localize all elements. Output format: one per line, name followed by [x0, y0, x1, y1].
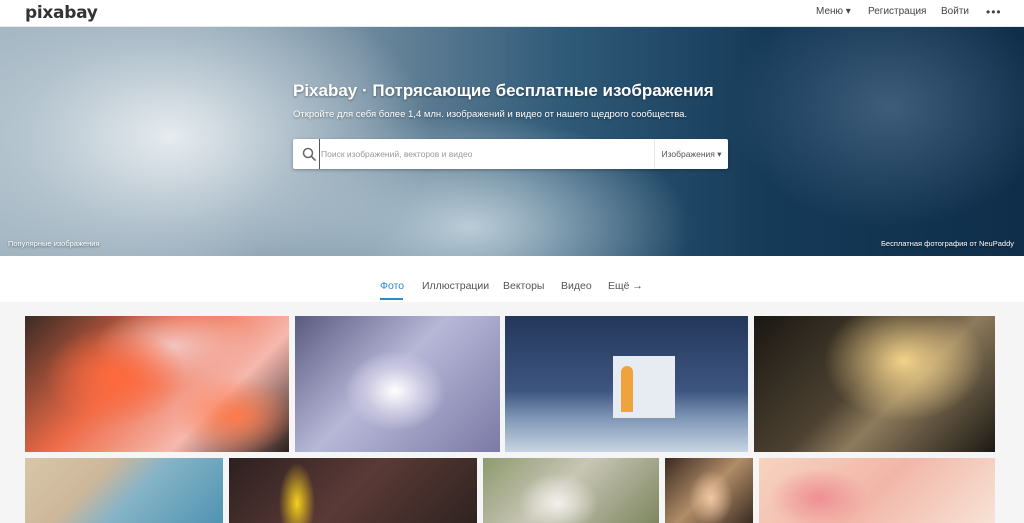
popular-images-link[interactable]: Популярные изображения — [8, 239, 100, 248]
photo-yellow-flower[interactable] — [229, 458, 477, 523]
photo-frost-crystal[interactable] — [295, 316, 500, 452]
chapel-door — [621, 366, 633, 412]
hero-title: Pixabay · Потрясающие бесплатные изображ… — [293, 81, 714, 100]
photo-portrait-woman[interactable] — [665, 458, 753, 523]
photo-sheep[interactable] — [483, 458, 659, 523]
login-link[interactable]: Войти — [941, 0, 969, 26]
register-link[interactable]: Регистрация — [868, 0, 926, 26]
media-type-tabs: Фото Иллюстрации Векторы Видео Ещё → — [0, 256, 1024, 302]
menu-link[interactable]: Меню ▾ — [816, 0, 851, 26]
photo-credit-link[interactable]: Бесплатная фотография от NeuPaddy — [881, 239, 1014, 248]
photo-light-bulbs[interactable] — [754, 316, 995, 452]
hero-banner: Pixabay · Потрясающие бесплатные изображ… — [0, 27, 1024, 256]
hero-subtitle: Откройте для себя более 1,4 млн. изображ… — [293, 109, 688, 120]
active-tab-indicator — [380, 298, 403, 300]
search-type-dropdown[interactable]: Изображения ▾ — [654, 139, 728, 169]
search-bar: Изображения ▾ — [293, 139, 728, 169]
tab-illustrations[interactable]: Иллюстрации — [422, 280, 489, 292]
pixabay-logo[interactable]: pixabay — [25, 3, 98, 23]
more-options-icon[interactable]: ••• — [986, 0, 1002, 26]
top-navbar: pixabay Меню ▾ Регистрация Войти ••• — [0, 0, 1024, 27]
search-input[interactable] — [319, 139, 649, 169]
tab-photos[interactable]: Фото — [380, 280, 404, 292]
tab-vectors[interactable]: Векторы — [503, 280, 544, 292]
tab-more[interactable]: Ещё → — [608, 280, 643, 292]
photo-flamingos[interactable] — [25, 316, 289, 452]
photo-seashore[interactable] — [25, 458, 223, 523]
photo-chapel-at-night[interactable] — [505, 316, 748, 452]
photo-pink-flowers[interactable] — [759, 458, 995, 523]
tab-videos[interactable]: Видео — [561, 280, 592, 292]
search-icon[interactable] — [301, 146, 317, 162]
